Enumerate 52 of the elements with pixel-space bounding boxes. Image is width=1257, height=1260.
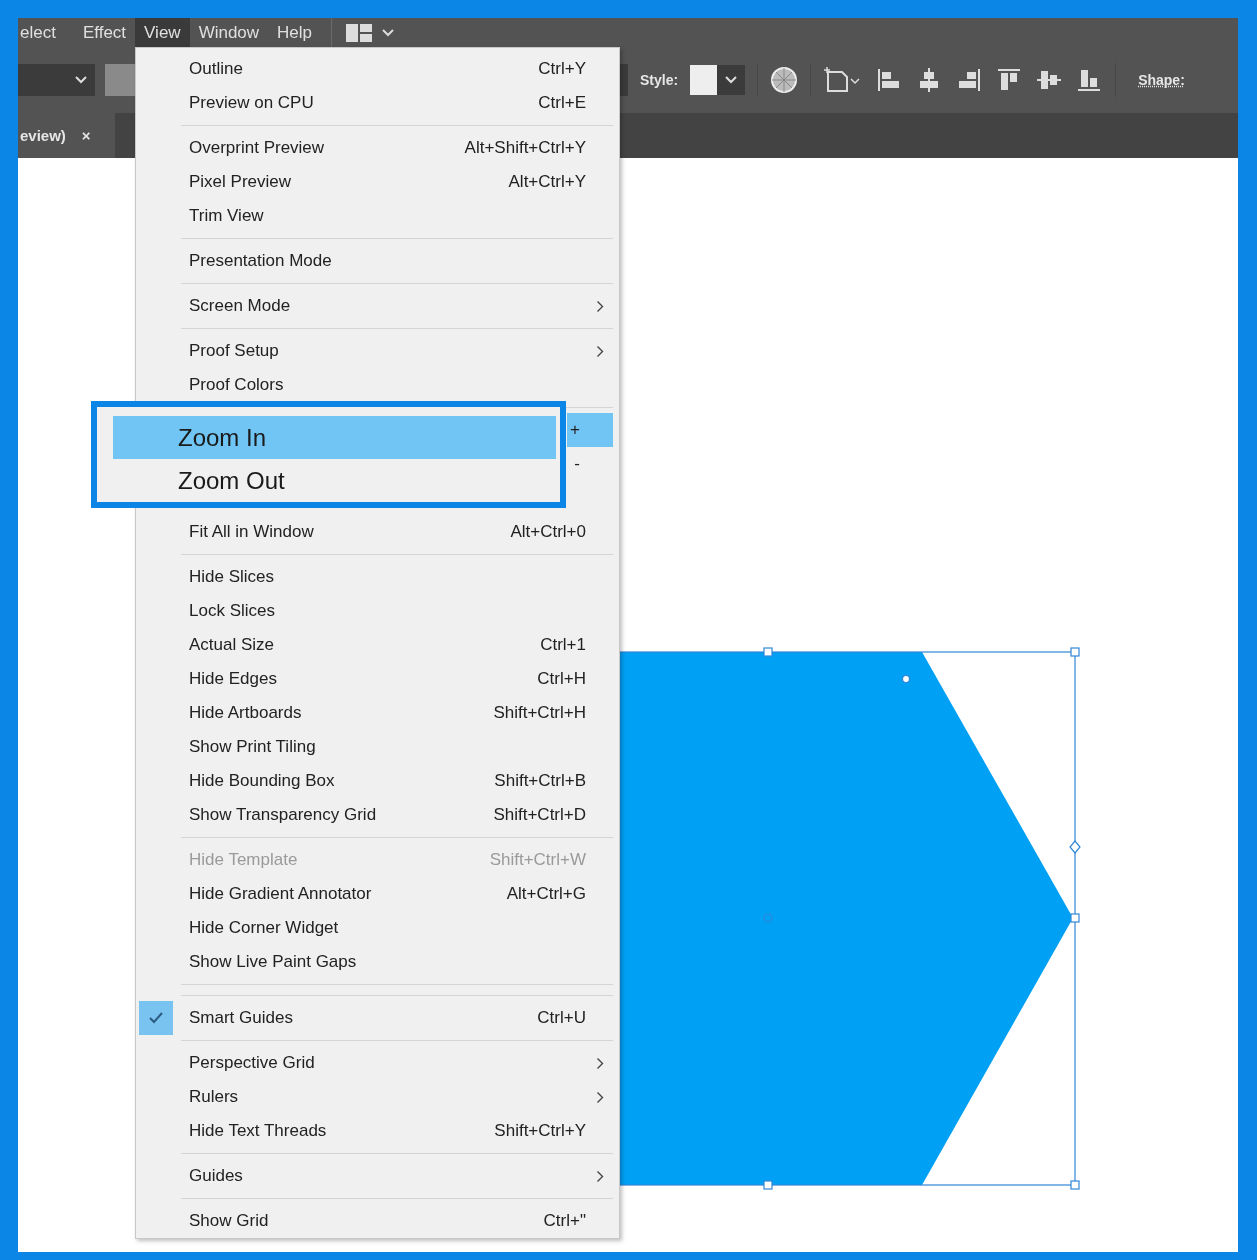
style-swatch[interactable] <box>690 65 718 95</box>
menu-item[interactable]: Show Live Paint Gaps <box>136 945 613 979</box>
menu-item[interactable]: Pixel Preview Alt+Ctrl+Y <box>136 165 613 199</box>
menu-item[interactable]: Lock Slices <box>136 594 613 628</box>
menu-title[interactable]: Window <box>189 18 269 47</box>
menu-item[interactable]: Rulers <box>136 1080 613 1114</box>
menu-item[interactable]: Fit All in Window Alt+Ctrl+0 <box>136 515 613 549</box>
workspace-icon[interactable] <box>346 23 373 42</box>
menu-item[interactable]: Show Print Tiling <box>136 730 613 764</box>
menu-title[interactable]: Effect <box>73 18 136 47</box>
menu-item[interactable]: Hide Slices <box>136 560 613 594</box>
chevron-down-icon <box>75 76 87 84</box>
menu-item[interactable]: Hide Bounding Box Shift+Ctrl+B <box>136 764 613 798</box>
globe-icon[interactable] <box>770 66 799 94</box>
menu-item[interactable]: Guides <box>136 1159 613 1193</box>
menu-item[interactable]: Hide Edges Ctrl+H <box>136 662 613 696</box>
menu-item[interactable]: Hide Corner Widget <box>136 911 613 945</box>
chevron-down-icon <box>725 76 738 84</box>
menu-item[interactable]: Perspective Grid <box>136 1046 613 1080</box>
dropdown-button[interactable] <box>717 65 746 95</box>
menu-item[interactable]: Smart Guides Ctrl+U <box>136 1001 613 1035</box>
menu-item[interactable]: + <box>567 413 613 447</box>
corner-widget[interactable] <box>901 674 911 684</box>
menu-item[interactable]: Overprint Preview Alt+Shift+Ctrl+Y <box>136 131 613 165</box>
menu-item[interactable]: Preview on CPU Ctrl+E <box>136 86 613 120</box>
menu-item[interactable]: Zoom Out <box>113 459 556 502</box>
color-swatch[interactable] <box>105 64 135 96</box>
menu-item[interactable]: Proof Setup <box>136 334 613 368</box>
style-label: Style: <box>640 72 679 88</box>
menu-item[interactable]: Zoom In <box>113 416 556 459</box>
menu-title[interactable]: elect <box>18 18 65 47</box>
menu-item[interactable]: Outline Ctrl+Y <box>136 52 613 86</box>
menu-item[interactable]: Actual Size Ctrl+1 <box>136 628 613 662</box>
close-icon[interactable]: × <box>81 127 91 144</box>
center-point <box>763 913 773 923</box>
menu-item[interactable]: Hide Text Threads Shift+Ctrl+Y <box>136 1114 613 1148</box>
menu-title[interactable]: View <box>135 18 190 47</box>
menu-item[interactable]: Hide Artboards Shift+Ctrl+H <box>136 696 613 730</box>
menu-item[interactable]: Presentation Mode <box>136 244 613 278</box>
menu-item[interactable]: Show Grid Ctrl+" <box>136 1204 613 1238</box>
document-tab[interactable]: eview) × <box>18 113 115 158</box>
menu-item[interactable]: Show Transparency Grid Shift+Ctrl+D <box>136 798 613 832</box>
menu-item[interactable]: Screen Mode <box>136 289 613 323</box>
menu-item[interactable]: Trim View <box>136 199 613 233</box>
chevron-down-icon <box>382 28 395 37</box>
menu-item[interactable]: Proof Colors <box>136 368 613 402</box>
dropdown-field[interactable] <box>18 64 95 96</box>
tab-title: eview) <box>20 127 66 144</box>
menu-item[interactable]: - <box>567 447 613 481</box>
menu-title[interactable]: Help <box>268 18 322 47</box>
shape-label[interactable]: Shape: <box>1138 72 1185 88</box>
menu-item[interactable]: Hide Gradient Annotator Alt+Ctrl+G <box>136 877 613 911</box>
